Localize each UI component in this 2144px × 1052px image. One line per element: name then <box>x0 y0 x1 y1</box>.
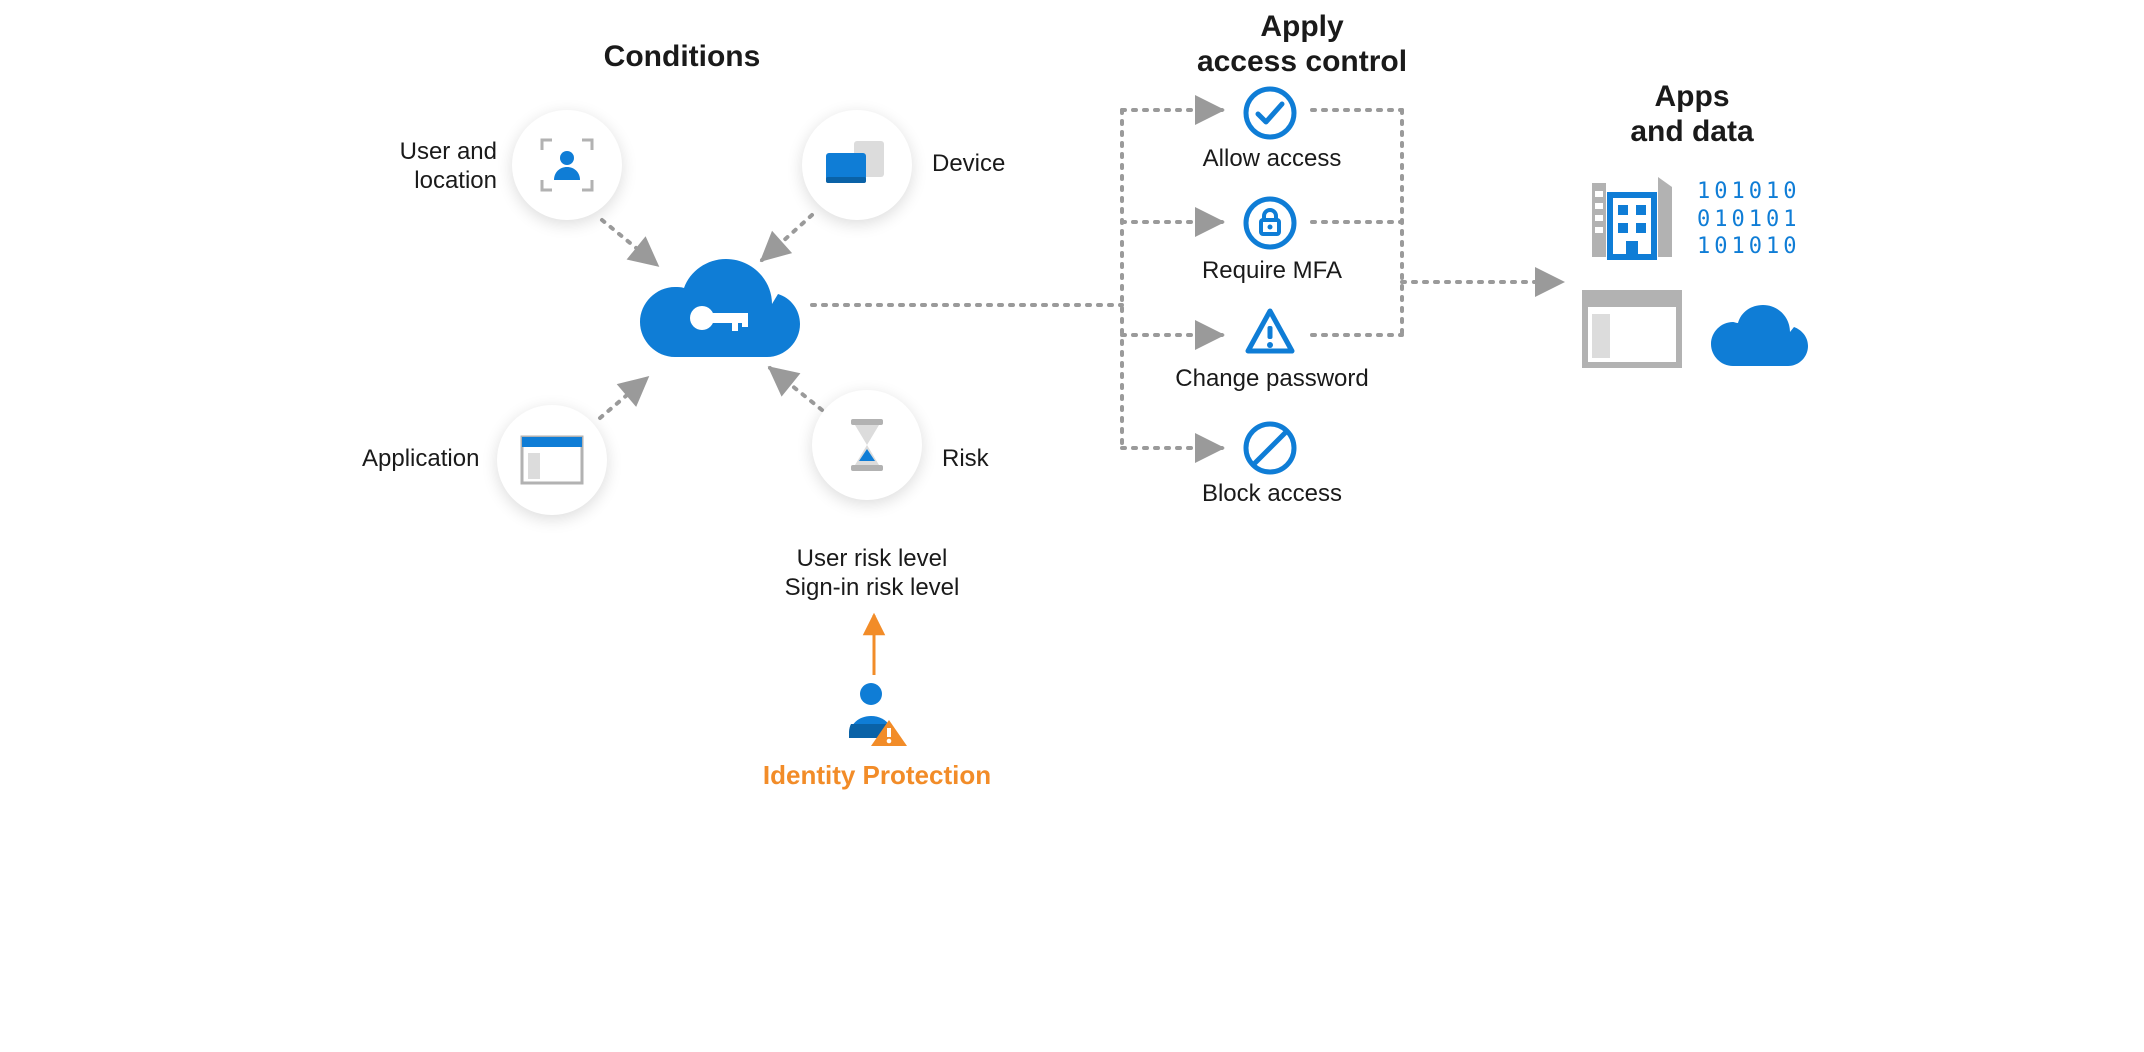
label-allow-access: Allow access <box>1197 145 1347 174</box>
app-window-icon <box>520 435 584 485</box>
label-device: Device <box>932 150 1005 179</box>
identity-protection-icon <box>839 680 909 750</box>
label-user-location: User and location <box>387 138 497 196</box>
cloud-icon <box>1702 298 1812 370</box>
node-application <box>497 405 607 515</box>
label-block-access: Block access <box>1197 480 1347 509</box>
hourglass-icon <box>847 417 887 473</box>
user-focus-icon <box>536 134 598 196</box>
label-require-mfa: Require MFA <box>1197 257 1347 286</box>
building-icon <box>1582 165 1682 265</box>
window-icon <box>1582 290 1682 368</box>
allow-access-icon <box>1242 85 1298 141</box>
cloud-key-icon <box>612 240 812 370</box>
require-mfa-icon <box>1242 195 1298 251</box>
heading-conditions: Conditions <box>572 40 792 75</box>
label-identity-protection: Identity Protection <box>757 760 997 791</box>
node-risk <box>812 390 922 500</box>
label-risk-levels: User risk level Sign-in risk level <box>767 545 977 603</box>
conditional-access-diagram: Conditions Apply access control Apps and… <box>302 0 1842 870</box>
devices-icon <box>822 139 892 191</box>
heading-access-control: Apply access control <box>1172 10 1432 79</box>
block-access-icon <box>1242 420 1298 476</box>
heading-apps-data: Apps and data <box>1592 80 1792 149</box>
label-application: Application <box>362 445 479 474</box>
node-user-location <box>512 110 622 220</box>
node-device <box>802 110 912 220</box>
label-risk: Risk <box>942 445 989 474</box>
change-password-icon <box>1242 305 1298 361</box>
binary-data-icon: 101010010101101010 <box>1697 178 1800 261</box>
label-change-password: Change password <box>1167 365 1377 394</box>
